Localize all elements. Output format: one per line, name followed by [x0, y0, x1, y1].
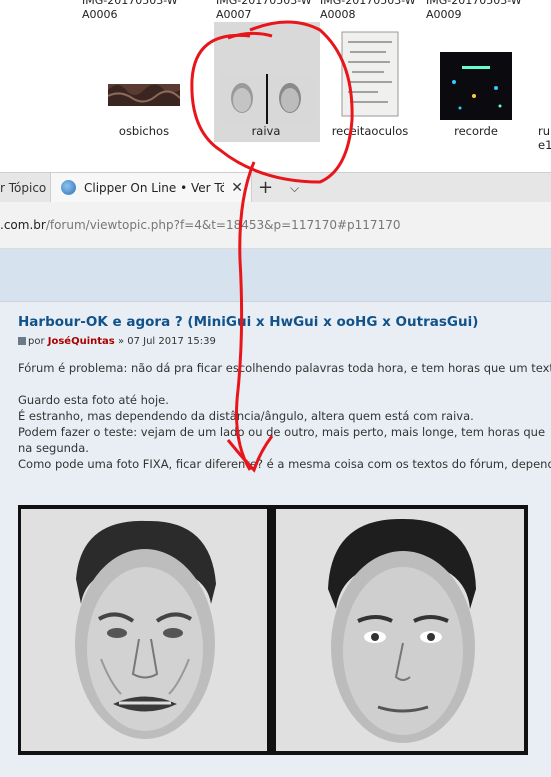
- post-author[interactable]: JoséQuintas: [48, 336, 115, 347]
- raiva-thumbnail: [220, 74, 314, 124]
- osbichos-thumbnail: [108, 84, 180, 106]
- post-by: por: [28, 336, 45, 347]
- tab-title: Clipper On Line • Ver Tópico: [84, 181, 224, 195]
- forum-page: Harbour-OK e agora ? (MiniGui x HwGui x …: [0, 249, 551, 777]
- url-text[interactable]: .com.br/forum/viewtopic.php?f=4&t=18453&…: [0, 218, 400, 232]
- post-body: Fórum é problema: não dá pra ficar escol…: [18, 360, 551, 472]
- close-tab-icon[interactable]: ✕: [231, 173, 243, 203]
- post-title[interactable]: Harbour-OK e agora ? (MiniGui x HwGui x …: [18, 314, 478, 330]
- file-top-name: IMG-20170503-W A0006: [82, 0, 178, 21]
- post-line: É estranho, mas dependendo da distância/…: [18, 409, 474, 423]
- calm-face-panel: [276, 509, 524, 751]
- file-top-name: IMG-20170503-W A0008: [320, 0, 416, 21]
- post-icon: [18, 337, 26, 345]
- post-line: Podem fazer o teste: vejam de um lado ou…: [18, 425, 546, 439]
- faces-illusion-image: [18, 505, 528, 755]
- receitaoculos-thumbnail: [341, 31, 399, 117]
- forum-post: Harbour-OK e agora ? (MiniGui x HwGui x …: [0, 301, 551, 777]
- address-bar[interactable]: .com.br/forum/viewtopic.php?f=4&t=18453&…: [0, 202, 551, 249]
- post-line: Fórum é problema: não dá pra ficar escol…: [18, 361, 551, 375]
- tab-previous[interactable]: r Tópico: [0, 173, 48, 203]
- file-name: osbichos: [118, 124, 170, 138]
- post-line: na segunda.: [18, 441, 89, 455]
- post-date: » 07 Jul 2017 15:39: [117, 336, 216, 347]
- file-name: receitaoculos: [331, 124, 409, 138]
- post-line: Guardo esta foto até hoje.: [18, 393, 169, 407]
- tab-active[interactable]: Clipper On Line • Ver Tópico ✕: [50, 173, 252, 203]
- post-line: Como pode uma foto FIXA, ficar diferente…: [18, 457, 551, 471]
- post-meta: por JoséQuintas » 07 Jul 2017 15:39: [18, 336, 216, 347]
- post-line-gap: [18, 376, 551, 392]
- file-name: recorde: [454, 124, 498, 138]
- new-tab-button[interactable]: +: [258, 173, 273, 203]
- url-domain: .com.br: [0, 218, 46, 232]
- file-name: raiva: [251, 124, 281, 138]
- tab-list-chevron-icon[interactable]: ⌵: [290, 173, 299, 203]
- url-path: /forum/viewtopic.php?f=4&t=18453&p=11717…: [45, 218, 401, 232]
- file-top-name: IMG-20170503-W A0009: [426, 0, 522, 21]
- file-explorer: IMG-20170503-W A0006 osbichos IMG-201705…: [0, 0, 551, 168]
- file-top-name: IMG-20170503-W A0007: [216, 0, 312, 21]
- browser-tab-bar: r Tópico Clipper On Line • Ver Tópico ✕ …: [0, 172, 551, 203]
- angry-face-panel: [21, 509, 267, 751]
- globe-icon: [61, 180, 76, 195]
- file-name: ru e1: [538, 124, 551, 152]
- recorde-thumbnail: [440, 52, 512, 120]
